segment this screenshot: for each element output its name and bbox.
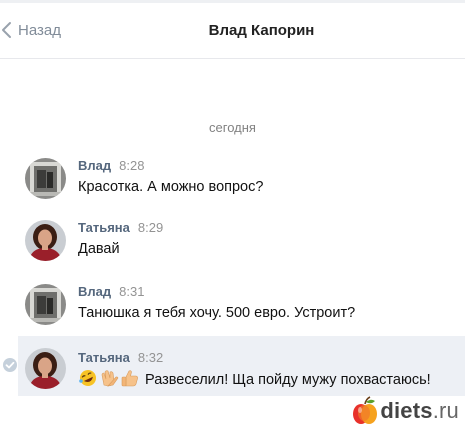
rolling-laughing-emoji xyxy=(79,370,96,386)
apple-logo-icon xyxy=(353,396,378,424)
avatar[interactable] xyxy=(25,158,66,199)
message-text: Развеселил! Ща пойду мужу похвастаюсь! xyxy=(145,372,431,388)
message-item[interactable]: Влад 8:31 Танюшка я тебя хочу. 500 евро. … xyxy=(0,284,465,340)
thumbs-up-emoji xyxy=(121,370,138,387)
author-name[interactable]: Татьяна xyxy=(78,220,130,235)
message-meta: Влад 8:28 xyxy=(78,158,144,174)
avatar[interactable] xyxy=(25,220,66,261)
message-item[interactable]: Татьяна 8:29 Давай xyxy=(0,220,465,276)
diets-watermark: diets .ru xyxy=(352,396,459,426)
author-name[interactable]: Влад xyxy=(78,158,111,173)
watermark-tld: .ru xyxy=(432,398,459,423)
message-time: 8:32 xyxy=(137,350,164,365)
message-meta: Влад 8:31 xyxy=(78,284,144,300)
message-time: 8:28 xyxy=(119,158,145,173)
message-time: 8:29 xyxy=(137,220,164,235)
message-item[interactable]: Влад 8:28 Красотка. А можно вопрос? xyxy=(0,158,465,214)
message-text: Давай xyxy=(78,241,120,257)
message-content: Развеселил! Ща пойду мужу похвастаюсь! xyxy=(78,369,431,389)
message-meta: Татьяна 8:32 xyxy=(78,350,163,366)
message-item-selected[interactable]: Татьяна 8:32 Развеселил! Ща пойду мужу по… xyxy=(3,336,465,396)
message-time: 8:31 xyxy=(119,284,145,299)
chat-header: Назад Влад Капорин xyxy=(0,0,465,59)
header-top-edge xyxy=(0,0,465,3)
watermark-brand: diets xyxy=(380,398,433,423)
avatar[interactable] xyxy=(25,348,66,389)
clapping-hands-emoji xyxy=(101,370,119,387)
author-name[interactable]: Татьяна xyxy=(78,350,130,365)
message-meta: Татьяна 8:29 xyxy=(78,220,163,236)
message-text: Танюшка я тебя хочу. 500 евро. Устроит? xyxy=(78,305,356,321)
author-name[interactable]: Влад xyxy=(78,284,111,299)
chat-title[interactable]: Влад Капорин xyxy=(0,22,465,39)
message-text: Красотка. А можно вопрос? xyxy=(78,179,264,195)
avatar[interactable] xyxy=(25,284,66,325)
date-separator: сегодня xyxy=(209,120,256,135)
check-circle-icon[interactable] xyxy=(3,358,17,372)
